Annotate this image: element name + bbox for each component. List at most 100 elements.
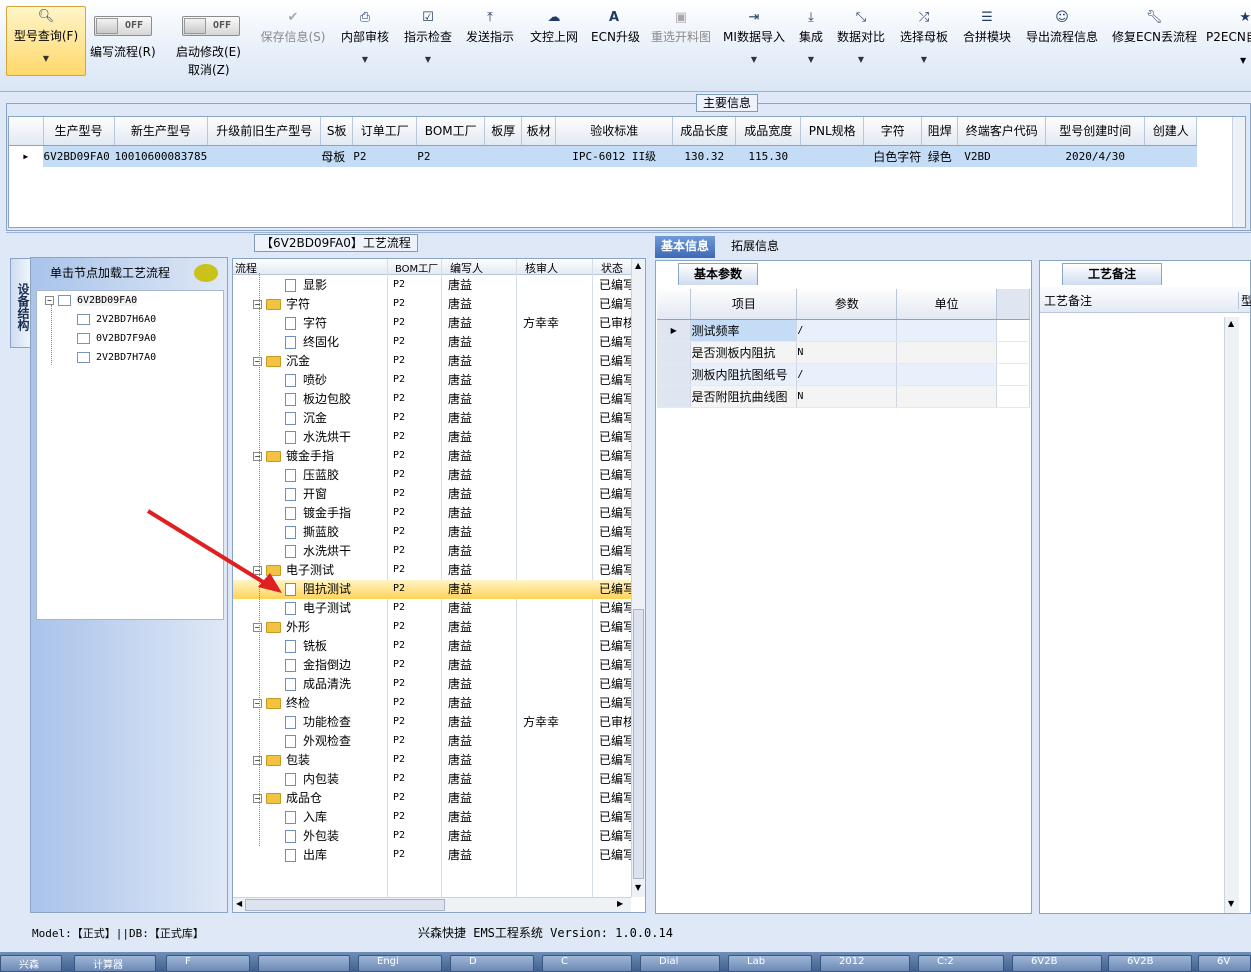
model-query-button[interactable]: 🔍︎ 型号查询(F) ▼	[6, 6, 86, 76]
col-header[interactable]: 订单工厂	[352, 117, 418, 146]
chevron-down-icon[interactable]: ▼	[797, 55, 825, 64]
scroll-down-icon[interactable]: ▼	[1228, 899, 1234, 908]
collapse-icon[interactable]: −	[253, 623, 262, 632]
param-value[interactable]: N	[796, 341, 898, 364]
chevron-down-icon[interactable]: ▼	[7, 54, 85, 63]
col-param-header[interactable]: 参数	[796, 289, 898, 320]
chevron-down-icon[interactable]: ▼	[723, 55, 785, 64]
chevron-down-icon[interactable]: ▼	[340, 55, 390, 64]
process-step-row[interactable]: 入库 P2 唐益 已编写	[233, 808, 631, 827]
doc-upload-button[interactable]: ☁ 文控上网	[529, 8, 579, 78]
collapse-icon[interactable]: −	[253, 756, 262, 765]
process-group-row[interactable]: −电子测试P2唐益已编写	[233, 561, 631, 580]
process-step-row[interactable]: 终固化 P2 唐益 已编写	[233, 333, 631, 352]
collapse-icon[interactable]: −	[253, 794, 262, 803]
col-header[interactable]: 成品长度	[672, 117, 737, 146]
tab-extended-info[interactable]: 拓展信息	[725, 236, 785, 258]
process-group-row[interactable]: − 终检 P2 唐益 已编写	[233, 694, 631, 713]
table-row[interactable]: 测板内阻抗图纸号 /	[657, 363, 1030, 386]
remark-scrollbar[interactable]: ▲ ▼	[1224, 317, 1239, 913]
col-header[interactable]: 板厚	[484, 117, 523, 146]
process-step-row[interactable]: 水洗烘干 P2 唐益 已编写	[233, 428, 631, 447]
repair-ecn-button[interactable]: 🔧︎ 修复ECN丢流程	[1112, 8, 1197, 78]
col-header[interactable]: BOM工厂	[416, 117, 486, 146]
tree-node-child[interactable]: 2V2BD7H7A0	[77, 350, 156, 366]
toolbar-overflow-icon[interactable]: ▼	[1240, 56, 1246, 65]
remark-col2-header[interactable]: 型	[1238, 292, 1251, 309]
process-step-row[interactable]: 铣板 P2 唐益 已编写	[233, 637, 631, 656]
send-instruction-button[interactable]: ⤒ 发送指示	[465, 8, 515, 78]
table-row[interactable]: 是否测板内阻抗 N	[657, 341, 1030, 364]
process-group-row[interactable]: − 包装 P2 唐益 已编写	[233, 751, 631, 770]
scroll-down-icon[interactable]: ▼	[635, 883, 641, 892]
taskbar-item[interactable]: D	[450, 955, 534, 972]
tree-node-child[interactable]: 2V2BD7H6A0	[77, 312, 156, 328]
tree-node-child[interactable]: 0V2BD7F9A0	[77, 331, 156, 347]
cancel-label[interactable]: 取消(Z)	[188, 61, 230, 78]
taskbar-item[interactable]: Dial	[640, 955, 720, 972]
start-modify-label[interactable]: 启动修改(E)	[176, 43, 241, 60]
param-unit[interactable]	[896, 341, 998, 364]
table-row[interactable]: ▶ 6V2BD09FA0 10010600083785 母板 P2 P2 IPC…	[9, 145, 1198, 167]
col-header[interactable]: S板	[320, 117, 354, 146]
process-step-row[interactable]: 开窗 P2 唐益 已编写	[233, 485, 631, 504]
process-step-row[interactable]: 撕蓝胶 P2 唐益 已编写	[233, 523, 631, 542]
process-step-row[interactable]: 字符 P2 唐益 方幸幸 已审核	[233, 314, 631, 333]
taskbar-item[interactable]: F	[166, 955, 250, 972]
process-step-row[interactable]: 功能检查 P2 唐益 方幸幸 已审核	[233, 713, 631, 732]
ecn-upgrade-button[interactable]: A ECN升级	[591, 8, 640, 78]
process-step-row[interactable]: 压蓝胶 P2 唐益 已编写	[233, 466, 631, 485]
remark-title[interactable]: 工艺备注	[1062, 263, 1162, 285]
collapse-icon[interactable]: −	[45, 295, 54, 305]
write-flow-label[interactable]: 编写流程(R)	[90, 43, 156, 60]
taskbar-item[interactable]: 2012	[820, 955, 910, 972]
chevron-down-icon[interactable]: ▼	[836, 55, 886, 64]
data-compare-button[interactable]: ⤡ 数据对比 ▼	[836, 8, 886, 78]
col-header[interactable]: 终端客户代码	[957, 117, 1047, 146]
col-header[interactable]: 型号创建时间	[1045, 117, 1146, 146]
scroll-thumb[interactable]	[633, 609, 644, 879]
process-step-row[interactable]: 出库 P2 唐益 已编写	[233, 846, 631, 865]
col-header[interactable]: 板材	[521, 117, 557, 146]
device-structure-tab[interactable]: 设备结构	[10, 258, 32, 348]
node-checkbox[interactable]	[77, 351, 90, 363]
col-item-header[interactable]: 项目	[690, 289, 798, 320]
col-header[interactable]: 验收标准	[555, 117, 674, 146]
col-header[interactable]: 成品宽度	[735, 117, 802, 146]
table-row[interactable]: ▶ 测试频率 /	[657, 319, 1030, 342]
col-header[interactable]: PNL规格	[800, 117, 865, 146]
process-step-row[interactable]: 水洗烘干 P2 唐益 已编写	[233, 542, 631, 561]
process-step-row[interactable]: 镀金手指 P2 唐益 已编写	[233, 504, 631, 523]
basic-params-title[interactable]: 基本参数	[678, 263, 758, 285]
p2ecn-button[interactable]: ★ P2ECN自	[1206, 8, 1251, 78]
col-flow-header[interactable]: 流程	[235, 260, 257, 276]
collapse-icon[interactable]: −	[253, 357, 262, 366]
col-header[interactable]: 生产型号	[43, 117, 115, 146]
select-board-button[interactable]: ⤮ 选择母板 ▼	[899, 8, 949, 78]
process-step-row[interactable]: 显影 P2 唐益 已编写	[233, 276, 631, 295]
write-flow-toggle[interactable]: OFF	[94, 16, 152, 36]
param-unit[interactable]	[896, 385, 998, 408]
collapse-icon[interactable]: −	[253, 452, 262, 461]
main-grid-scrollbar[interactable]	[1232, 117, 1245, 227]
save-button[interactable]: ✔ 保存信息(S)	[258, 8, 328, 78]
col-bom-header[interactable]: BOM工厂	[395, 260, 438, 275]
export-flow-button[interactable]: ☺ 导出流程信息	[1024, 8, 1100, 78]
taskbar-item[interactable]: 计算器	[74, 955, 156, 972]
collapse-icon[interactable]: −	[253, 699, 262, 708]
process-hscroll[interactable]: ◀ ▶	[233, 897, 631, 912]
scroll-up-icon[interactable]: ▲	[1228, 319, 1234, 328]
col-header[interactable]: 阻焊	[921, 117, 959, 146]
process-step-row[interactable]: 外包装 P2 唐益 已编写	[233, 827, 631, 846]
collapse-icon[interactable]: −	[253, 300, 262, 309]
integrate-button[interactable]: ⤓ 集成 ▼	[797, 8, 825, 78]
taskbar-item[interactable]: Lab	[728, 955, 812, 972]
mi-import-button[interactable]: ⇥ MI数据导入 ▼	[723, 8, 785, 78]
taskbar-item[interactable]: Engi	[358, 955, 442, 972]
param-unit[interactable]	[896, 363, 998, 386]
param-value[interactable]: /	[796, 363, 898, 386]
reselect-cutting-button[interactable]: ▣ 重选开料图	[649, 8, 713, 78]
process-step-row[interactable]: 金指倒边 P2 唐益 已编写	[233, 656, 631, 675]
process-step-row[interactable]: 内包装 P2 唐益 已编写	[233, 770, 631, 789]
process-step-row[interactable]: 电子测试 P2 唐益 已编写	[233, 599, 631, 618]
